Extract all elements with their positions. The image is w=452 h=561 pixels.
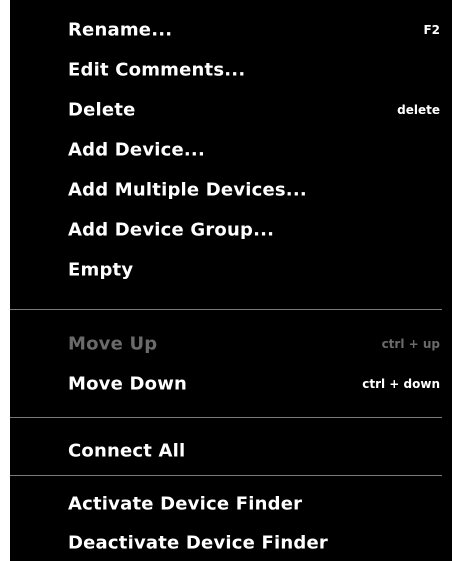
menu-item-label: Connect All <box>68 440 186 462</box>
menu-separator <box>10 417 442 418</box>
menu-item-add-device-group[interactable]: Add Device Group... <box>10 212 452 248</box>
menu-item-shortcut: ctrl + down <box>362 377 440 391</box>
menu-item-shortcut: F2 <box>423 23 440 37</box>
menu-item-move-up: Move Up ctrl + up <box>10 326 452 362</box>
menu-item-label: Move Up <box>68 333 158 355</box>
menu-item-activate-device-finder[interactable]: Activate Device Finder <box>10 486 452 522</box>
menu-item-label: Rename... <box>68 19 173 41</box>
menu-item-add-multiple-devices[interactable]: Add Multiple Devices... <box>10 172 452 208</box>
menu-item-edit-comments[interactable]: Edit Comments... <box>10 52 452 88</box>
menu-item-label: Empty <box>68 259 134 281</box>
menu-item-label: Edit Comments... <box>68 59 246 81</box>
menu-item-label: Deactivate Device Finder <box>68 532 328 554</box>
menu-item-move-down[interactable]: Move Down ctrl + down <box>10 366 452 402</box>
menu-item-label: Move Down <box>68 373 188 395</box>
menu-item-label: Activate Device Finder <box>68 493 303 515</box>
menu-separator <box>10 475 442 476</box>
menu-item-deactivate-device-finder[interactable]: Deactivate Device Finder <box>10 525 452 561</box>
context-menu: Rename... F2 Edit Comments... Delete del… <box>10 0 452 561</box>
menu-item-shortcut: delete <box>397 103 440 117</box>
menu-item-label: Delete <box>68 99 136 121</box>
menu-item-delete[interactable]: Delete delete <box>10 92 452 128</box>
menu-item-connect-all[interactable]: Connect All <box>10 433 452 469</box>
menu-separator <box>10 309 442 310</box>
menu-item-label: Add Multiple Devices... <box>68 179 307 201</box>
menu-item-label: Add Device Group... <box>68 219 275 241</box>
menu-item-rename[interactable]: Rename... F2 <box>10 12 452 48</box>
menu-item-label: Add Device... <box>68 139 206 161</box>
menu-item-empty[interactable]: Empty <box>10 252 452 288</box>
menu-item-shortcut: ctrl + up <box>381 337 440 351</box>
menu-item-add-device[interactable]: Add Device... <box>10 132 452 168</box>
